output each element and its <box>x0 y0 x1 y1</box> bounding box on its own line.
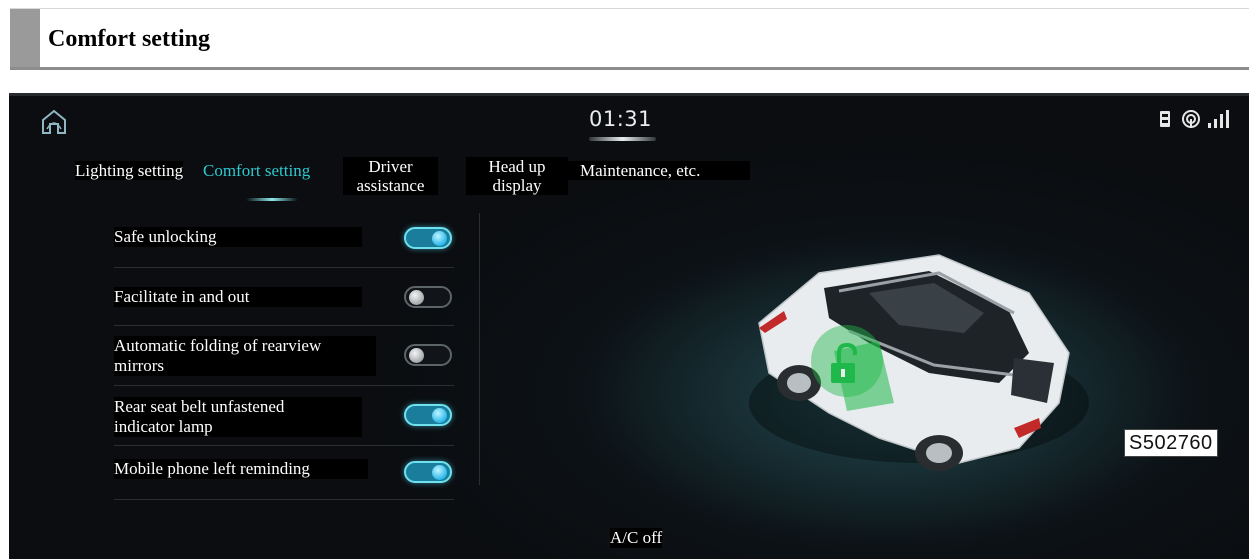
toggle-knob <box>409 348 424 363</box>
setting-row-rear-seat-belt: Rear seat belt unfastened indicator lamp <box>114 397 454 446</box>
heading-marker <box>10 9 40 67</box>
tab-head-up-display[interactable]: Head up display <box>466 157 568 195</box>
setting-label-line1: Automatic folding of rearview <box>114 336 322 355</box>
setting-label: Rear seat belt unfastened indicator lamp <box>114 397 362 437</box>
screen-top-edge <box>9 93 1249 96</box>
figure-code: S502760 <box>1124 429 1218 457</box>
tab-label-line1: Driver <box>368 157 413 176</box>
setting-row-facilitate-in-and-out: Facilitate in and out <box>114 283 454 326</box>
home-icon[interactable] <box>39 107 69 137</box>
facilitate-in-and-out-toggle[interactable] <box>404 286 452 308</box>
setting-label: Facilitate in and out <box>114 287 362 307</box>
row-divider <box>114 499 454 500</box>
row-divider <box>114 385 454 386</box>
tab-maintenance[interactable]: Maintenance, etc. <box>568 161 750 180</box>
toggle-knob <box>432 231 447 246</box>
toggle-knob <box>432 465 447 480</box>
vehicle-illustration <box>749 254 1089 471</box>
setting-label-line2: mirrors <box>114 356 165 375</box>
document-heading: Comfort setting <box>10 8 1249 70</box>
tab-label: Lighting setting <box>75 161 184 180</box>
tab-lighting-setting[interactable]: Lighting setting <box>75 161 184 180</box>
setting-label: Mobile phone left reminding <box>114 459 368 479</box>
setting-label-line1: Rear seat belt unfastened <box>114 397 285 416</box>
tab-driver-assistance[interactable]: Driver assistance <box>343 157 438 195</box>
toggle-knob <box>432 408 447 423</box>
setting-row-safe-unlocking: Safe unlocking <box>114 225 454 268</box>
setting-label: Automatic folding of rearview mirrors <box>114 336 376 376</box>
row-divider <box>114 325 454 326</box>
setting-label-line2: indicator lamp <box>114 417 213 436</box>
setting-row-automatic-folding: Automatic folding of rearview mirrors <box>114 336 454 386</box>
rear-seat-belt-toggle[interactable] <box>404 404 452 426</box>
clock-underline <box>589 137 656 141</box>
setting-label: Safe unlocking <box>114 227 362 247</box>
tab-label: Maintenance, etc. <box>580 161 701 180</box>
usb-icon <box>1159 109 1171 134</box>
setting-row-mobile-phone-reminding: Mobile phone left reminding <box>114 459 454 500</box>
panel-separator <box>479 213 480 485</box>
tab-label-line1: Head up <box>488 157 546 176</box>
row-divider <box>114 267 454 268</box>
tab-label-line2: display <box>492 176 542 195</box>
mobile-phone-reminding-toggle[interactable] <box>404 461 452 483</box>
row-divider <box>114 445 454 446</box>
safe-unlocking-toggle[interactable] <box>404 227 452 249</box>
tab-label: Comfort setting <box>203 161 311 180</box>
tab-label-line2: assistance <box>356 176 425 195</box>
infotainment-screen: 01:31 Lighting setting Comfort setting D… <box>9 93 1249 559</box>
clock: 01:31 <box>589 107 653 131</box>
automatic-folding-toggle[interactable] <box>404 344 452 366</box>
tab-comfort-setting[interactable]: Comfort setting <box>203 161 323 180</box>
page-title: Comfort setting <box>48 26 210 52</box>
toggle-knob <box>409 290 424 305</box>
active-tab-indicator <box>246 198 298 201</box>
ac-status[interactable]: A/C off <box>610 528 663 548</box>
wireless-icon <box>1181 109 1201 134</box>
signal-icon <box>1207 109 1229 134</box>
